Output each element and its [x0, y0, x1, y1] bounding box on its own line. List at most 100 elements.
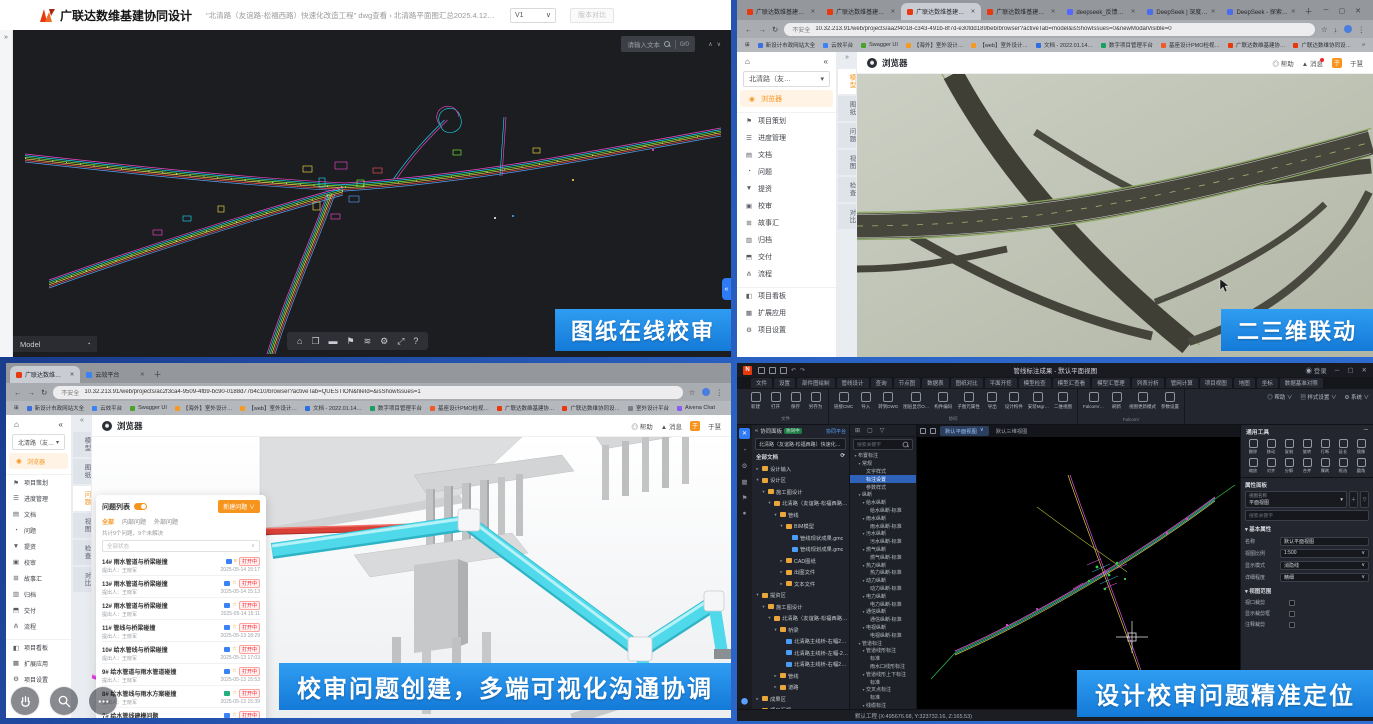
- toolbar-icon[interactable]: ?: [413, 336, 418, 346]
- standards-node[interactable]: ▾ 管道线形上下标注: [850, 670, 916, 678]
- collapse-icon[interactable]: «: [59, 420, 63, 429]
- standards-node[interactable]: 热力纵断-标准: [850, 569, 916, 577]
- sidebar-item[interactable]: ▥ 归档: [737, 231, 836, 248]
- view-tab[interactable]: 默认三维视图: [991, 426, 1036, 436]
- ribbon-tab[interactable]: 模型汇管理: [1092, 378, 1130, 388]
- ribbon-tab[interactable]: 数据基准对照: [1280, 378, 1323, 388]
- sidebar-item[interactable]: ⋔ 流程: [737, 265, 836, 282]
- standards-node[interactable]: ▾ 纵断: [850, 491, 916, 499]
- sidebar-item[interactable]: ⚙ 项目设置: [737, 321, 836, 338]
- collab-platform-link[interactable]: 协同平台: [826, 428, 846, 435]
- standards-node[interactable]: ▾ 动力纵断: [850, 577, 916, 585]
- issues-icon[interactable]: ◔: [743, 447, 747, 454]
- download-icon[interactable]: ↓: [1334, 25, 1338, 34]
- tab-close-icon[interactable]: ✕: [140, 372, 145, 378]
- layers-icon[interactable]: ▦: [741, 478, 747, 486]
- tree-arrow-icon[interactable]: ▾: [755, 477, 760, 483]
- tool-button[interactable]: 删除: [1244, 437, 1262, 456]
- viewer-tab[interactable]: 问题: [73, 486, 91, 511]
- profile-avatar[interactable]: [1344, 25, 1352, 33]
- tree-node[interactable]: ▸ 文本文件: [752, 578, 849, 590]
- sidebar-item[interactable]: ◧ 项目看板: [6, 639, 71, 655]
- standards-node[interactable]: ▾ 常规: [850, 460, 916, 468]
- tool-button[interactable]: 合并: [1298, 456, 1316, 475]
- browser-tab[interactable]: 广联达数维基建协同设计 ✕: [901, 3, 981, 20]
- sidebar-item[interactable]: ▣ 校审: [6, 554, 71, 570]
- browser-tab[interactable]: 广联达数维基建协同设计 ✕: [981, 3, 1061, 20]
- tab-close-icon[interactable]: ✕: [1211, 9, 1216, 15]
- standards-node[interactable]: ▾ 布置标注: [850, 452, 916, 460]
- tree-arrow-icon[interactable]: ▾: [761, 489, 766, 495]
- standards-node[interactable]: 标注设置: [850, 475, 916, 483]
- undo-icon[interactable]: ↶: [791, 367, 796, 374]
- standards-node[interactable]: ▾ 管道标注: [850, 639, 916, 647]
- sidebar-item[interactable]: ⚑ 项目策划: [6, 474, 71, 490]
- standards-node[interactable]: ▾ 给水纵断: [850, 499, 916, 507]
- filter-view-button[interactable]: ▽: [1360, 491, 1369, 508]
- bookmark-item[interactable]: 云效平台: [823, 41, 853, 49]
- help-link[interactable]: ◎ 帮助: [631, 421, 652, 431]
- tool-button[interactable]: 缩放: [1244, 456, 1262, 475]
- sidebar-item[interactable]: ▥ 归档: [6, 586, 71, 602]
- close-panel-icon[interactable]: ✕: [739, 428, 750, 439]
- tree-arrow-icon[interactable]: ▸: [773, 673, 778, 679]
- sidebar-item[interactable]: ▼ 提资: [737, 180, 836, 197]
- sidebar-item[interactable]: ◧ 项目看板: [737, 287, 836, 304]
- browser-tab[interactable]: deepseek_反馈搜索 ✕: [1061, 3, 1141, 20]
- open-icon[interactable]: [758, 367, 765, 374]
- tool-button[interactable]: 旋转: [1298, 437, 1316, 456]
- bookmark-item[interactable]: 数字项目管理平台: [1101, 41, 1153, 49]
- viewer-tab[interactable]: 对比: [73, 567, 91, 592]
- tree-arrow-icon[interactable]: ▸: [779, 558, 784, 564]
- tree-node[interactable]: ▾ BIM模型: [752, 521, 849, 533]
- version-select[interactable]: V1∨: [510, 8, 556, 23]
- help-link[interactable]: ◎ 帮助: [1272, 58, 1293, 68]
- viewer-tab[interactable]: 模型: [838, 69, 856, 94]
- sidebar-item[interactable]: ▩ 扩展应用: [737, 304, 836, 321]
- standards-node[interactable]: ▾ 电力纵断: [850, 592, 916, 600]
- browser-tab[interactable]: 广联达数维基建协同设计 ✕: [821, 3, 901, 20]
- find-next-icon[interactable]: ∨: [717, 41, 721, 48]
- sidebar-item[interactable]: ⊞ 故事汇: [737, 214, 836, 231]
- apps-icon[interactable]: ⊞: [14, 405, 19, 411]
- issue-toggle[interactable]: [134, 503, 147, 510]
- tree-node[interactable]: ▸ 项目汇报: [752, 705, 849, 710]
- sidebar-item[interactable]: ☰ 进度管理: [6, 490, 71, 506]
- tree-node[interactable]: 北清路主线桥-右幅250426日显…: [752, 636, 849, 648]
- ribbon-tab[interactable]: 管网计算: [1166, 378, 1198, 388]
- standards-node[interactable]: ▾ 热力纵断: [850, 561, 916, 569]
- bookmark-item[interactable]: 【web】室外设计…: [971, 41, 1028, 49]
- sidebar-item[interactable]: ⚑ 项目策划: [737, 112, 836, 129]
- drawing-canvas[interactable]: »: [0, 30, 731, 357]
- sidebar-item[interactable]: ⊞ 故事汇: [6, 570, 71, 586]
- browser-tab[interactable]: 广联达数维基建协同设计 ✕: [741, 3, 821, 20]
- avatar[interactable]: 于: [690, 421, 700, 431]
- tree-node[interactable]: ▾ 提资区: [752, 590, 849, 602]
- tree-node[interactable]: ▸ 管线: [752, 670, 849, 682]
- standards-node[interactable]: 燃气纵断-标准: [850, 553, 916, 561]
- tree-arrow-icon[interactable]: ▾: [755, 592, 760, 598]
- tab-close-icon[interactable]: ✕: [1291, 9, 1296, 15]
- tool-button[interactable]: 分解: [1280, 456, 1298, 475]
- bookmark-item[interactable]: 室外设计平台: [628, 404, 669, 412]
- browser-tab[interactable]: 广联达数维基建协同设计 ✕: [10, 366, 80, 383]
- expand-icon[interactable]: »: [4, 34, 8, 41]
- tool-button[interactable]: 镜像: [1352, 437, 1370, 456]
- ribbon-tab[interactable]: 数据表: [922, 378, 949, 388]
- view-tab[interactable]: 默认平面视图∨: [940, 426, 989, 436]
- address-bar[interactable]: 不安全 10.32.213.91/web/projects/ac2f3ca4-9…: [53, 386, 682, 399]
- new-issue-button[interactable]: 新建问题 ∨: [218, 500, 260, 513]
- forward-icon[interactable]: →: [28, 388, 36, 397]
- menu-icon[interactable]: ⋮: [1358, 25, 1366, 34]
- bookmark-item[interactable]: Swagger UI: [130, 404, 167, 412]
- compare-button[interactable]: 版本对比: [570, 8, 614, 23]
- tab-close-icon[interactable]: ✕: [70, 372, 75, 378]
- ribbon-tab[interactable]: 查询: [871, 378, 892, 388]
- project-name-box[interactable]: 北清路（友谊路-松福西路）快速化改…: [755, 438, 846, 450]
- collapse-icon[interactable]: ─: [1364, 427, 1368, 436]
- tab-close-icon[interactable]: ✕: [810, 9, 815, 15]
- tool-button[interactable]: 框选: [1334, 456, 1352, 475]
- ribbon-button[interactable]: 二维视图: [1054, 392, 1072, 410]
- collapse-icon[interactable]: «: [755, 428, 758, 434]
- project-select[interactable]: 北清路（友…▾: [12, 434, 65, 450]
